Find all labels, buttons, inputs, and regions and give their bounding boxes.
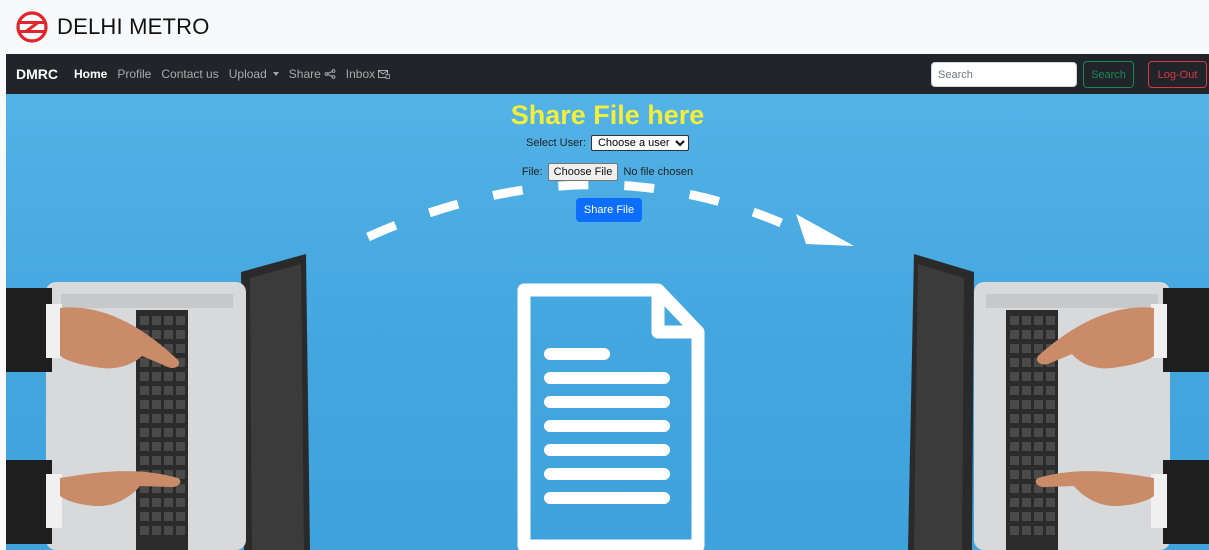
brand-header: DELHI METRO [0,0,1209,54]
share-icon [324,69,336,79]
delhi-metro-logo-icon [16,11,48,43]
file-status: No file chosen [623,166,694,178]
nav-upload-label: Upload [228,67,267,81]
inbox-icon [378,70,391,79]
nav-link-inbox[interactable]: Inbox [345,67,391,81]
search-input[interactable] [931,62,1077,87]
file-label: File: [521,166,543,178]
nav-link-share[interactable]: Share [289,67,336,81]
nav-share-label: Share [288,67,321,81]
nav-link-home[interactable]: Home [74,67,107,81]
page-title: Share File here [510,100,705,130]
nav-link-upload[interactable]: Upload [229,67,279,81]
nav-link-profile[interactable]: Profile [117,67,151,81]
document-icon [517,283,705,550]
select-user-row: Select User: Choose a user [6,135,1209,151]
share-file-button[interactable]: Share File [576,198,642,222]
hero-banner: Share File here Select User: Choose a us… [6,94,1209,550]
arrow-head-icon [796,214,854,246]
file-row: File: Choose File No file chosen [6,163,1209,181]
logout-button[interactable]: Log-Out [1148,61,1207,88]
right-laptop-icon [908,254,1209,550]
brand-title: DELHI METRO [57,14,210,39]
navbar: DMRC Home Profile Contact us Upload Shar… [6,54,1209,94]
nav-link-contact[interactable]: Contact us [161,67,218,81]
nav-inbox-label: Inbox [345,67,376,81]
caret-down-icon [272,72,279,76]
left-laptop-icon [6,254,310,550]
user-select[interactable]: Choose a user [590,135,689,151]
select-user-label: Select User: [526,137,586,149]
search-button[interactable]: Search [1083,61,1134,88]
choose-file-button[interactable]: Choose File [547,163,619,181]
navbar-brand[interactable]: DMRC [16,66,58,82]
